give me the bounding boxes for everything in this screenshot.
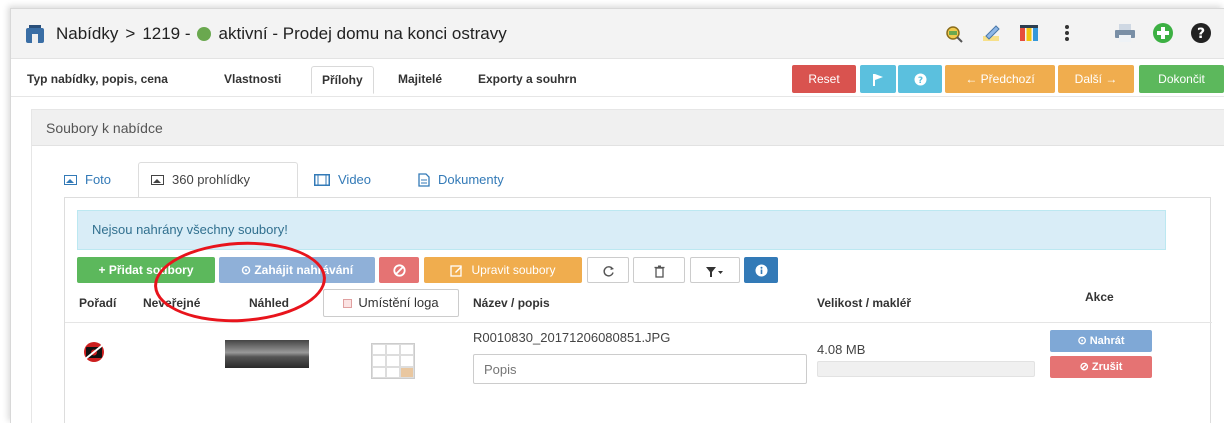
not-public-icon[interactable] — [79, 340, 109, 364]
add-icon[interactable] — [1151, 21, 1175, 45]
subtab-photo-label: Foto — [85, 172, 112, 187]
edit-icon[interactable] — [979, 21, 1003, 45]
title-bar: Nabídky > 1219 - aktivní - Prodej domu n… — [11, 9, 1224, 59]
search-map-icon[interactable] — [941, 21, 965, 45]
cancel-file-button[interactable]: ⊘ Zrušit — [1050, 356, 1152, 378]
subtab-photo[interactable]: Foto — [52, 162, 123, 198]
edit-files-button[interactable]: Upravit soubory — [424, 257, 582, 283]
breadcrumb-root[interactable]: Nabídky — [56, 24, 118, 44]
panorama-thumbnail[interactable] — [225, 340, 309, 368]
file-name: R0010830_20171206080851.JPG — [473, 330, 671, 345]
help-icon[interactable]: ? — [1189, 21, 1213, 45]
delete-button[interactable] — [633, 257, 685, 283]
filter-icon — [706, 266, 723, 277]
subtab-documents-label: Dokumenty — [438, 172, 504, 187]
column-size-agent: Velikost / makléř — [817, 296, 912, 310]
panel-heading: Soubory k nabídce — [32, 110, 1224, 146]
refresh-icon — [602, 266, 614, 277]
document-icon — [418, 173, 430, 187]
info-icon — [755, 264, 767, 277]
attachment-subtabs: Foto 360 prohlídky Video Dokumenty — [32, 154, 1224, 198]
film-icon — [314, 174, 330, 186]
image-icon — [151, 175, 164, 185]
upload-progress-bar — [817, 361, 1035, 377]
title-toolbar: ? — [941, 21, 1213, 45]
reset-button[interactable]: Reset — [792, 65, 856, 93]
column-order: Pořadí — [79, 296, 117, 310]
status-dot-icon — [196, 26, 211, 41]
columns-icon[interactable] — [1017, 21, 1041, 45]
column-actions: Akce — [1085, 290, 1114, 304]
logo-square-icon — [343, 299, 353, 308]
filter-dropdown-button[interactable] — [690, 257, 740, 283]
svg-text:?: ? — [1197, 26, 1205, 42]
logo-position-button[interactable]: Umístění loga — [323, 289, 459, 317]
more-icon[interactable] — [1055, 21, 1079, 45]
subtab-video[interactable]: Video — [302, 162, 383, 198]
breadcrumb-separator: > — [125, 23, 136, 43]
image-icon — [64, 175, 77, 185]
subtab-video-label: Video — [338, 172, 372, 187]
logo-position-label: Umístění loga — [358, 295, 439, 310]
flag-icon — [873, 73, 883, 86]
offer-status-title: aktivní - Prodej domu na konci ostravy — [218, 23, 507, 43]
info-help-button[interactable]: ? — [898, 65, 942, 93]
tab-exports-summary[interactable]: Exporty a souhrn — [468, 66, 587, 94]
page-title: Nabídky > 1219 - aktivní - Prodej domu n… — [56, 24, 507, 44]
question-icon: ? — [914, 73, 926, 86]
print-icon[interactable] — [1113, 21, 1137, 45]
tab-owners[interactable]: Majitelé — [388, 66, 452, 94]
flag-button[interactable] — [860, 65, 896, 93]
files-panel: Soubory k nabídce Foto 360 prohlídky Vid… — [31, 109, 1224, 423]
tab-type-description-price[interactable]: Typ nabídky, popis, cena — [17, 66, 178, 94]
trash-icon — [654, 265, 664, 278]
tab-attachments[interactable]: Přílohy — [311, 66, 374, 94]
refresh-button[interactable] — [587, 257, 629, 283]
description-input[interactable] — [473, 354, 807, 384]
cancel-all-button[interactable] — [379, 257, 419, 283]
home-icon[interactable] — [26, 24, 44, 43]
offer-id: 1219 - — [142, 23, 191, 43]
tab-properties[interactable]: Vlastnosti — [214, 66, 291, 94]
logo-position-grid-icon[interactable] — [371, 343, 415, 379]
edit-pen-icon — [450, 264, 463, 277]
edit-files-label: Upravit soubory — [471, 263, 556, 277]
upload-file-button[interactable]: ⊙ Nahrát — [1050, 330, 1152, 352]
app-window: Nabídky > 1219 - aktivní - Prodej domu n… — [10, 8, 1224, 423]
svg-text:?: ? — [917, 76, 922, 86]
previous-button[interactable]: ← Předchozí — [945, 65, 1055, 93]
column-name-description: Název / popis — [473, 296, 550, 310]
offer-nav: Typ nabídky, popis, cena Vlastnosti Příl… — [11, 61, 1224, 97]
file-size: 4.08 MB — [817, 342, 866, 357]
ban-icon — [392, 264, 406, 277]
info-button[interactable] — [744, 257, 778, 283]
subtab-documents[interactable]: Dokumenty — [406, 162, 516, 198]
subtab-360-label: 360 prohlídky — [172, 172, 251, 187]
finish-button[interactable]: Dokončit — [1139, 65, 1224, 93]
next-button[interactable]: Další → — [1058, 65, 1134, 93]
subtab-360-tours[interactable]: 360 prohlídky — [138, 162, 298, 198]
